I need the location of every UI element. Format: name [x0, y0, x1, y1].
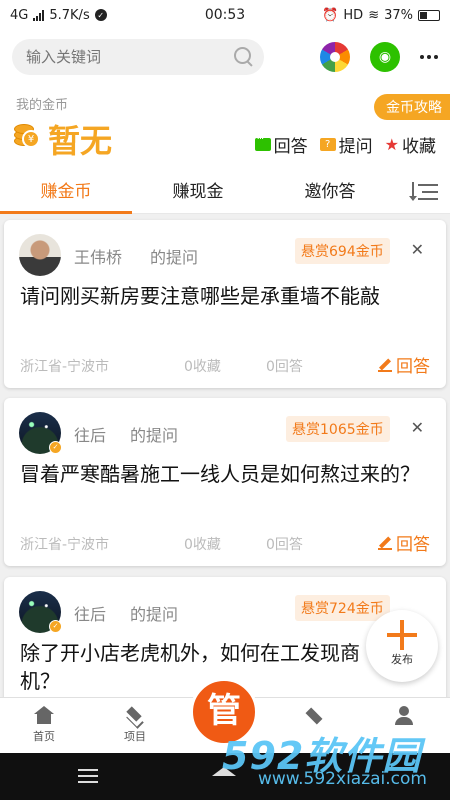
- search-bar[interactable]: [12, 39, 264, 75]
- publish-label: 发布: [391, 653, 413, 666]
- answer-label: 回答: [396, 357, 430, 377]
- graduation-cap-icon: [304, 706, 326, 724]
- question-card[interactable]: 王伟桥 的提问 悬赏694金币 ✕ 请问刚买新房要注意哪些是承重墙不能敲 浙江省…: [4, 220, 446, 388]
- pencil-icon: [378, 358, 392, 372]
- question-title[interactable]: 冒着严寒酷暑施工一线人员是如何熬过来的？: [20, 460, 430, 488]
- nav-home[interactable]: 首页: [14, 706, 74, 744]
- tab-bar: 赚金币 赚现金 邀你答: [0, 170, 450, 214]
- pinwheel-icon[interactable]: [320, 42, 350, 72]
- layers-icon: [124, 706, 146, 724]
- gold-label: 我的金币: [16, 98, 69, 113]
- my-questions-button[interactable]: ? 提问: [319, 132, 373, 157]
- favorite-count: 0收藏: [184, 537, 221, 553]
- gold-panel: 我的金币 ¥ 暂无 金币攻略 回答 ? 提问 ★ 收藏: [0, 84, 450, 170]
- question-card[interactable]: ✓ 往后 的提问 悬赏1065金币 ✕ 冒着严寒酷暑施工一线人员是如何熬过来的？…: [4, 398, 446, 566]
- asked-label: 的提问: [150, 248, 199, 267]
- clock: 00:53: [204, 7, 246, 23]
- answer-button[interactable]: 回答: [378, 530, 430, 555]
- coin-icon: ¥: [14, 122, 40, 148]
- close-icon[interactable]: ✕: [411, 418, 424, 437]
- gold-actions: 回答 ? 提问 ★ 收藏: [254, 132, 436, 157]
- user-name[interactable]: 往后: [74, 601, 106, 625]
- top-header: ◉: [0, 30, 450, 84]
- user-name[interactable]: 往后: [74, 422, 106, 446]
- question-title[interactable]: 请问刚买新房要注意哪些是承重墙不能敲: [20, 282, 430, 310]
- nav-project-label: 项目: [124, 730, 146, 743]
- answer-count: 0回答: [266, 359, 303, 375]
- verified-badge-icon: ✓: [49, 441, 62, 454]
- tab-invited[interactable]: 邀你答: [264, 170, 396, 214]
- bounty-badge: 悬赏1065金币: [286, 416, 390, 442]
- plus-icon: [387, 620, 417, 650]
- watermark: 592软件园 www.592xiazai.com: [222, 725, 448, 795]
- gold-amount: 暂无: [48, 122, 113, 160]
- question-bubble-icon: ?: [319, 138, 336, 151]
- nav-project[interactable]: 项目: [105, 706, 165, 744]
- my-favorites-button[interactable]: ★ 收藏: [385, 132, 436, 157]
- search-icon[interactable]: [234, 47, 254, 67]
- pencil-icon: [378, 536, 392, 550]
- my-answers-label: 回答: [273, 137, 308, 157]
- favorite-count: 0收藏: [184, 359, 221, 375]
- nav-home-label: 首页: [33, 730, 55, 743]
- bounty-badge: 悬赏694金币: [295, 238, 390, 264]
- bounty-badge: 悬赏724金币: [295, 595, 390, 621]
- sort-icon[interactable]: [409, 181, 438, 203]
- chat-bubble-icon: [254, 134, 271, 151]
- publish-button[interactable]: 发布: [366, 610, 438, 682]
- star-icon: ★: [384, 135, 399, 154]
- my-favorites-label: 收藏: [402, 137, 436, 157]
- gold-strategy-button[interactable]: 金币攻略: [374, 94, 450, 120]
- verified-badge-icon: ✓: [49, 620, 62, 633]
- avatar[interactable]: [19, 234, 61, 276]
- wechat-icon[interactable]: ◉: [370, 42, 400, 72]
- tab-earn-gold[interactable]: 赚金币: [0, 170, 132, 214]
- header-icons: ◉: [320, 42, 438, 72]
- more-icon[interactable]: [420, 55, 438, 59]
- answer-button[interactable]: 回答: [378, 352, 430, 377]
- user-icon: [393, 706, 415, 725]
- answer-label: 回答: [396, 535, 430, 555]
- tab-earn-cash[interactable]: 赚现金: [132, 170, 264, 214]
- location: 浙江省-宁波市: [20, 359, 110, 375]
- my-answers-button[interactable]: 回答: [254, 132, 308, 157]
- close-icon[interactable]: ✕: [411, 240, 424, 259]
- question-meta: 浙江省-宁波市 0收藏 0回答 回答: [20, 534, 430, 555]
- status-bar: 4G 5.7K/s ✓ 00:53 ⏰ HD ≋ 37%: [0, 0, 450, 30]
- search-input[interactable]: [26, 48, 234, 66]
- answer-count: 0回答: [266, 537, 303, 553]
- user-name[interactable]: 王伟桥: [74, 244, 122, 268]
- question-meta: 浙江省-宁波市 0收藏 0回答 回答: [20, 356, 430, 377]
- asked-label: 的提问: [130, 426, 179, 445]
- asked-label: 的提问: [130, 605, 179, 624]
- location: 浙江省-宁波市: [20, 537, 110, 553]
- my-questions-label: 提问: [338, 137, 373, 157]
- menu-icon[interactable]: [78, 769, 98, 783]
- home-icon: [33, 706, 55, 724]
- watermark-url: www.592xiazai.com: [258, 769, 427, 789]
- battery-icon: [418, 9, 440, 21]
